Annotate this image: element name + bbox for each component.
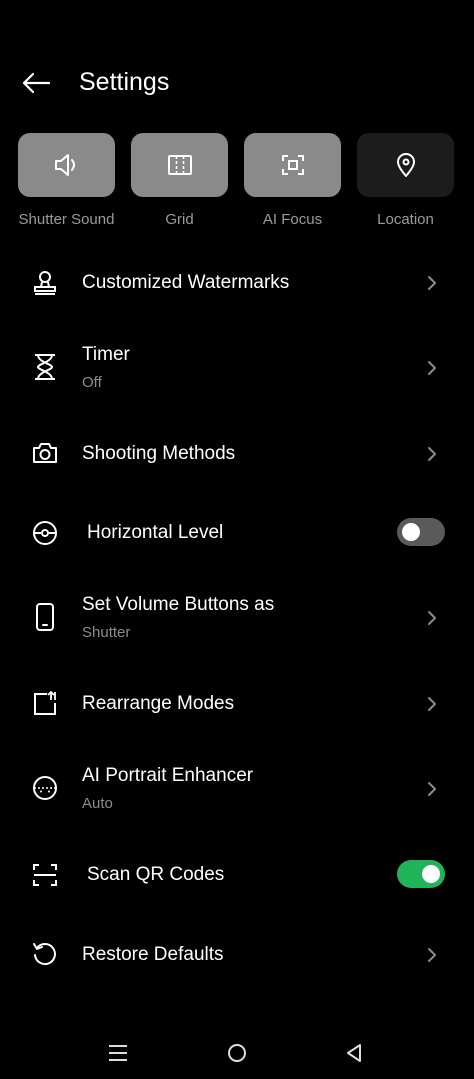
setting-title: Timer — [82, 344, 130, 365]
setting-title: Customized Watermarks — [82, 272, 290, 293]
chevron-right-icon — [422, 358, 442, 378]
quick-toggle-box[interactable] — [131, 133, 228, 197]
toggle-knob — [402, 523, 420, 541]
setting-title: Set Volume Buttons as — [82, 594, 275, 615]
quick-toggle-box[interactable] — [244, 133, 341, 197]
scan-icon — [28, 858, 62, 892]
back-triangle-icon — [347, 1044, 361, 1062]
face-icon — [28, 771, 62, 805]
page-title: Settings — [79, 68, 170, 96]
setting-ai-portrait-enhancer[interactable]: AI Portrait Enhancer Auto — [0, 748, 474, 828]
horizontal-level-toggle[interactable] — [397, 518, 445, 546]
quick-toggle-ai-focus[interactable]: AI Focus — [236, 133, 349, 228]
quick-toggle-label: AI Focus — [262, 211, 323, 228]
setting-subtitle: Auto — [82, 795, 113, 812]
toggle-knob — [422, 865, 440, 883]
setting-subtitle: Shutter — [82, 624, 131, 641]
quick-toggle-label: Grid — [165, 211, 194, 228]
home-circle-icon — [228, 1044, 246, 1062]
scan-qr-codes-toggle[interactable] — [397, 860, 445, 888]
chevron-right-icon — [422, 779, 442, 799]
back-button[interactable] — [14, 64, 58, 102]
setting-title: Rearrange Modes — [82, 693, 235, 714]
focus-icon — [281, 155, 304, 175]
setting-title: AI Portrait Enhancer — [82, 765, 254, 786]
nav-home-button[interactable] — [220, 1038, 254, 1068]
quick-toggle-shutter-sound[interactable]: Shutter Sound — [10, 133, 123, 228]
setting-title: Shooting Methods — [82, 443, 236, 464]
restore-icon — [28, 937, 62, 971]
setting-volume-buttons[interactable]: Set Volume Buttons as Shutter — [0, 578, 474, 658]
setting-subtitle: Off — [82, 374, 102, 391]
nav-back-button[interactable] — [337, 1038, 371, 1068]
speaker-icon — [54, 154, 75, 176]
grid-icon — [167, 155, 192, 175]
setting-shooting-methods[interactable]: Shooting Methods — [0, 413, 474, 493]
quick-toggle-label: Location — [377, 211, 434, 228]
quick-toggle-box[interactable] — [357, 133, 454, 197]
chevron-right-icon — [422, 273, 442, 293]
setting-rearrange-modes[interactable]: Rearrange Modes — [0, 663, 474, 743]
camera-icon — [28, 436, 62, 470]
menu-icon — [109, 1045, 127, 1061]
phone-icon — [28, 600, 62, 634]
setting-title: Scan QR Codes — [87, 864, 225, 885]
setting-horizontal-level[interactable]: Horizontal Level — [0, 498, 474, 568]
quick-toggles: Shutter Sound Grid AI Focus Location — [0, 133, 474, 233]
setting-title: Horizontal Level — [87, 522, 224, 543]
chevron-right-icon — [422, 945, 442, 965]
location-pin-icon — [396, 153, 415, 177]
chevron-right-icon — [422, 444, 442, 464]
level-icon — [28, 516, 62, 550]
hourglass-icon — [28, 350, 62, 384]
stamp-icon — [28, 266, 62, 300]
setting-title: Restore Defaults — [82, 944, 224, 965]
quick-toggle-grid[interactable]: Grid — [123, 133, 236, 228]
rearrange-icon — [28, 686, 62, 720]
chevron-right-icon — [422, 608, 442, 628]
system-navigation-bar — [0, 1028, 474, 1079]
setting-customized-watermarks[interactable]: Customized Watermarks — [0, 243, 474, 323]
quick-toggle-location[interactable]: Location — [349, 133, 462, 228]
nav-menu-button[interactable] — [101, 1038, 135, 1068]
quick-toggle-box[interactable] — [18, 133, 115, 197]
setting-timer[interactable]: Timer Off — [0, 328, 474, 408]
quick-toggle-label: Shutter Sound — [18, 211, 115, 228]
setting-scan-qr-codes[interactable]: Scan QR Codes — [0, 841, 474, 911]
setting-restore-defaults[interactable]: Restore Defaults — [0, 915, 474, 995]
arrow-left-icon — [22, 72, 51, 94]
chevron-right-icon — [422, 694, 442, 714]
app-header: Settings — [0, 50, 474, 116]
